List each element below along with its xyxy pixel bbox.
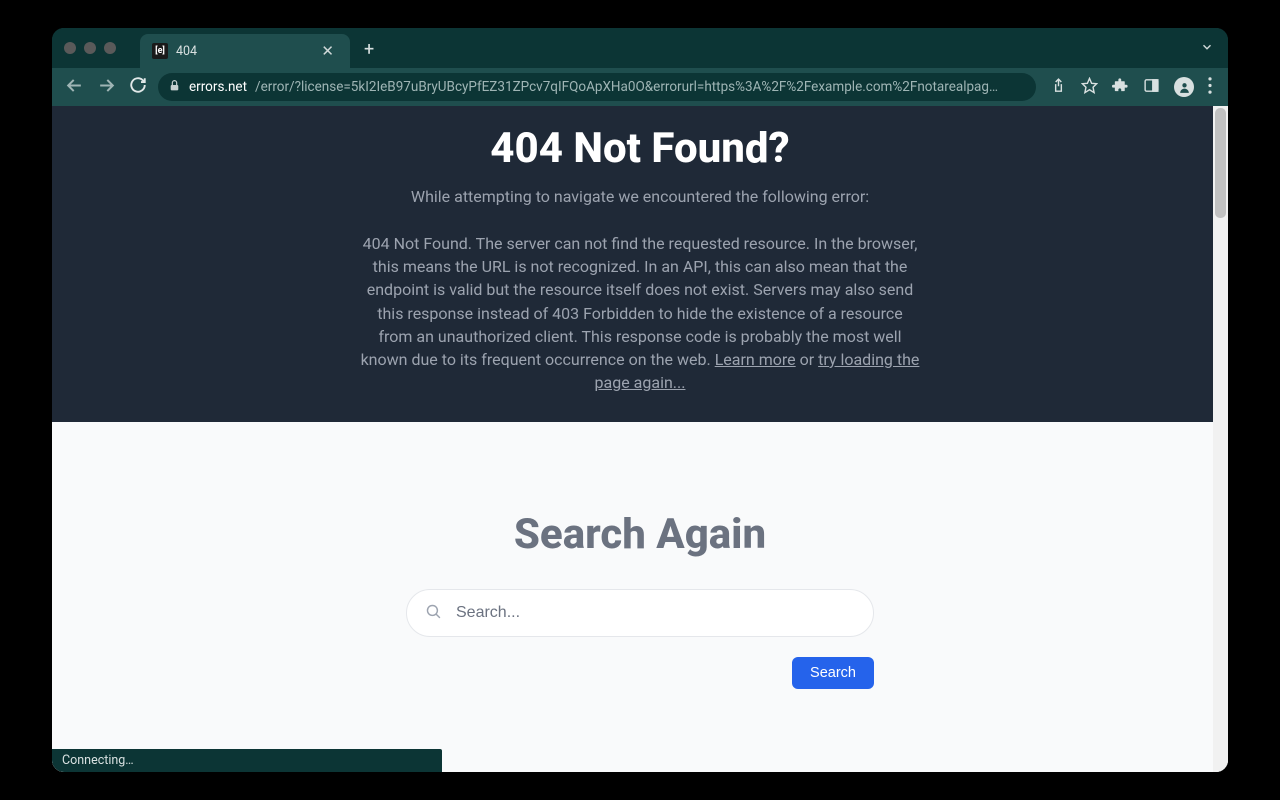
new-tab-button[interactable]: + xyxy=(364,39,374,60)
window-controls xyxy=(64,42,116,54)
search-button[interactable]: Search xyxy=(792,657,874,689)
address-bar[interactable]: errors.net /error/?license=5kI2IeB97uBry… xyxy=(158,73,1036,101)
maximize-window-button[interactable] xyxy=(104,42,116,54)
titlebar: [e] 404 ✕ + xyxy=(52,28,1228,68)
profile-avatar-icon[interactable] xyxy=(1174,77,1194,97)
toolbar: errors.net /error/?license=5kI2IeB97uBry… xyxy=(52,68,1228,106)
error-subtitle: While attempting to navigate we encounte… xyxy=(92,187,1188,206)
url-domain: errors.net xyxy=(189,79,247,95)
tab-list-chevron-icon[interactable] xyxy=(1200,39,1214,58)
browser-window: [e] 404 ✕ + errors.net /error/?license=5… xyxy=(52,28,1228,772)
tab-close-icon[interactable]: ✕ xyxy=(317,42,338,60)
bookmark-star-icon[interactable] xyxy=(1081,77,1098,98)
search-section: Search Again Search xyxy=(52,422,1228,772)
tab-title: 404 xyxy=(176,44,309,59)
error-title: 404 Not Found? xyxy=(92,124,1188,173)
error-body: 404 Not Found. The server can not find t… xyxy=(360,232,920,394)
back-button[interactable] xyxy=(62,76,86,99)
share-icon[interactable] xyxy=(1050,77,1067,98)
url-path: /error/?license=5kI2IeB97uBryUBcyPfEZ31Z… xyxy=(255,79,998,95)
toolbar-actions xyxy=(1044,77,1218,98)
search-input[interactable] xyxy=(456,604,855,622)
close-window-button[interactable] xyxy=(64,42,76,54)
error-body-text: 404 Not Found. The server can not find t… xyxy=(361,234,918,369)
page-content: 404 Not Found? While attempting to navig… xyxy=(52,106,1228,772)
forward-button[interactable] xyxy=(94,76,118,99)
browser-tab[interactable]: [e] 404 ✕ xyxy=(140,34,350,68)
side-panel-icon[interactable] xyxy=(1143,77,1160,98)
search-icon xyxy=(425,603,442,624)
extensions-icon[interactable] xyxy=(1112,77,1129,98)
minimize-window-button[interactable] xyxy=(84,42,96,54)
lock-icon xyxy=(168,79,181,96)
scrollbar-track[interactable] xyxy=(1213,106,1228,772)
scrollbar-thumb[interactable] xyxy=(1215,108,1226,218)
error-or-text: or xyxy=(800,350,819,369)
search-heading: Search Again xyxy=(92,510,1188,559)
error-banner: 404 Not Found? While attempting to navig… xyxy=(52,106,1228,422)
tab-favicon-icon: [e] xyxy=(152,43,168,59)
status-bar: Connecting… xyxy=(52,749,442,772)
kebab-menu-icon[interactable] xyxy=(1208,77,1212,98)
search-button-row: Search xyxy=(406,657,874,689)
learn-more-link[interactable]: Learn more xyxy=(715,350,796,369)
reload-button[interactable] xyxy=(126,76,150,98)
search-field-container xyxy=(406,589,874,637)
